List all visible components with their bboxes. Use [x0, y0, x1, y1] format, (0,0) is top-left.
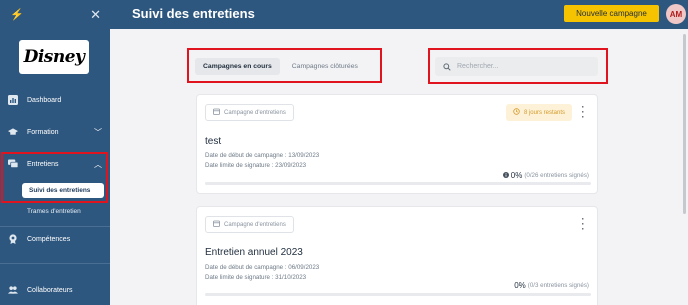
campaign-card[interactable]: Campagne d'entretiens 8 jours restants ·… [196, 94, 598, 194]
company-logo: Disney [19, 40, 89, 74]
calendar-icon [213, 220, 220, 229]
scrollbar[interactable] [683, 34, 686, 214]
more-options-icon[interactable]: · · · [581, 215, 585, 234]
bolt-icon: ⚡ [10, 9, 24, 21]
logo-text: Disney [23, 47, 85, 67]
highlight-box-entretiens [1, 152, 108, 203]
close-icon[interactable]: ✕ [90, 7, 101, 23]
new-campaign-button[interactable]: Nouvelle campagne [564, 5, 659, 22]
campaign-title: test [205, 136, 222, 147]
more-options-icon[interactable]: · · · [581, 103, 585, 122]
signed-count: (0/3 entretiens signés) [527, 282, 589, 289]
graduation-cap-icon [8, 127, 18, 137]
sidebar-top: ⚡ ✕ [0, 0, 110, 29]
progress-bar [205, 182, 591, 185]
campaign-end-date: Date limite de signature : 31/10/2023 [205, 274, 307, 281]
progress-percent: 0% [514, 281, 526, 290]
sidebar-item-dashboard[interactable]: Dashboard [0, 90, 110, 110]
campaign-type-label: Campagne d'entretiens [224, 109, 286, 116]
calendar-icon [213, 108, 220, 117]
page-title: Suivi des entretiens [132, 6, 255, 21]
sidebar-item-label: Collaborateurs [27, 286, 73, 294]
signed-count: (0/26 entretiens signés) [524, 172, 589, 179]
clock-icon [513, 108, 520, 117]
campaign-start-date: Date de début de campagne : 06/09/2023 [205, 264, 320, 271]
progress-bar [205, 293, 591, 296]
users-icon [8, 285, 18, 295]
sidebar-item-label: Compétences [27, 235, 71, 243]
campaign-type-badge: Campagne d'entretiens [205, 216, 294, 233]
progress-percent: 0% [510, 171, 523, 180]
sidebar-item-competences[interactable]: Compétences [0, 229, 110, 249]
days-remaining-label: 8 jours restants [523, 109, 565, 116]
highlight-box-tabs [187, 48, 382, 83]
campaign-type-label: Campagne d'entretiens [224, 221, 286, 228]
badge-icon [8, 234, 18, 244]
campaign-end-date: Date limite de signature : 23/09/2023 [205, 162, 307, 169]
avatar[interactable]: AM [666, 4, 686, 24]
sidebar-subitem-label: Trames d'entretien [27, 208, 81, 215]
top-header: Suivi des entretiens Nouvelle campagne A… [110, 0, 688, 29]
sidebar-item-label: Formation [27, 128, 59, 136]
campaign-start-date: Date de début de campagne : 13/09/2023 [205, 152, 320, 159]
info-icon [502, 171, 509, 180]
chevron-down-icon[interactable]: ﹀ [94, 127, 102, 138]
sidebar-item-collaborateurs[interactable]: Collaborateurs [0, 280, 110, 300]
highlight-box-search [428, 48, 608, 84]
sidebar-divider [0, 226, 110, 227]
campaign-progress-text: 0% (0/26 entretiens signés) [502, 171, 589, 180]
sidebar-divider [0, 263, 110, 264]
campaign-progress-text: 0% (0/3 entretiens signés) [512, 281, 589, 290]
sidebar-item-formation[interactable]: Formation ﹀ [0, 122, 110, 142]
campaign-card[interactable]: Campagne d'entretiens · · · Entretien annu… [196, 206, 598, 305]
sidebar-item-label: Dashboard [27, 96, 62, 104]
chart-icon [8, 95, 18, 105]
days-remaining-badge: 8 jours restants [505, 104, 572, 121]
sidebar-subitem-trames[interactable]: Trames d'entretien [27, 208, 81, 215]
campaign-title: Entretien annuel 2023 [205, 247, 303, 258]
campaign-type-badge: Campagne d'entretiens [205, 104, 294, 121]
